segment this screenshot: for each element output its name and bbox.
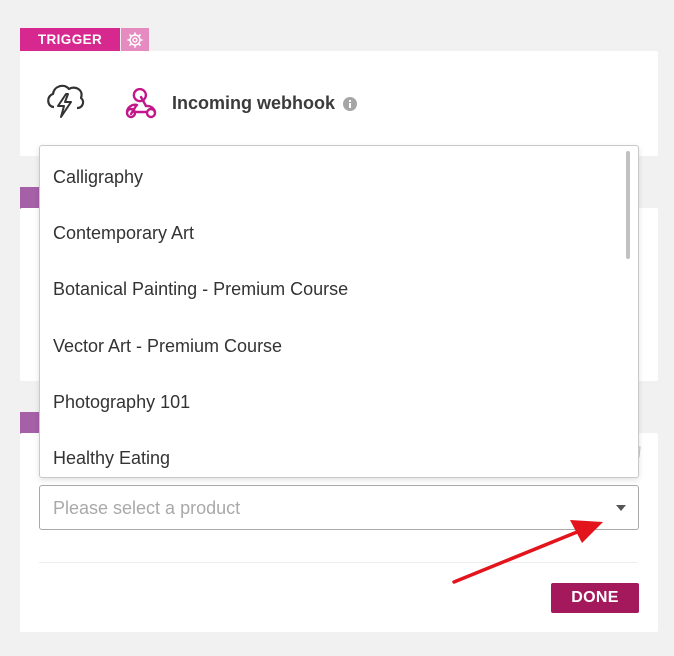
dropdown-option[interactable]: Contemporary Art [53,223,194,244]
lightning-icon [47,84,85,118]
dropdown-option[interactable]: Vector Art - Premium Course [53,336,282,357]
action-step-tag [20,412,40,434]
trigger-tag: TRIGGER [20,28,120,51]
done-button[interactable]: DONE [551,583,639,613]
dropdown-option[interactable]: Calligraphy [53,167,143,188]
trigger-settings-button[interactable] [121,28,149,51]
gear-icon [127,31,143,48]
chevron-down-icon [616,505,626,511]
product-dropdown-list[interactable]: Calligraphy Contemporary Art Botanical P… [39,145,639,478]
dropdown-option[interactable]: Photography 101 [53,392,190,413]
dropdown-scrollbar[interactable] [626,151,630,259]
annotation-arrow [452,520,603,584]
trigger-title: Incoming webhook [172,93,336,113]
webhook-icon [125,88,157,119]
action-step-tag [20,187,40,209]
trigger-card [20,51,658,156]
dropdown-option[interactable]: Healthy Eating [53,448,170,469]
product-select-placeholder: Please select a product [53,498,241,518]
dropdown-option[interactable]: Botanical Painting - Premium Course [53,279,348,300]
info-icon[interactable] [343,97,357,111]
